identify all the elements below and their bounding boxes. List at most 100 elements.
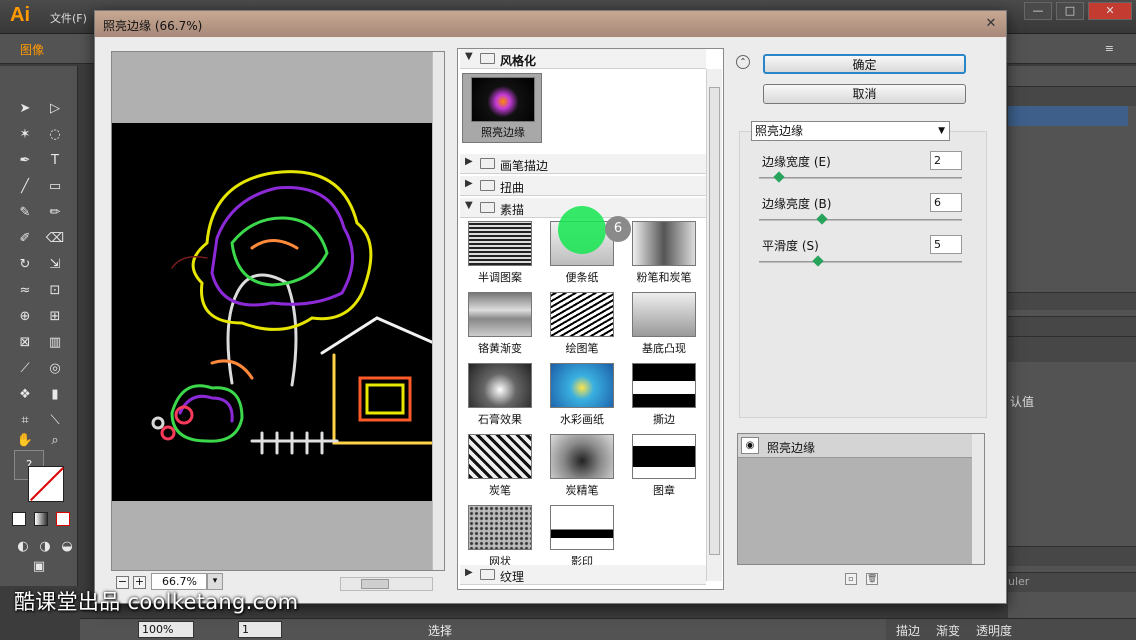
blob-brush-tool-icon[interactable]: ✐ xyxy=(14,228,36,250)
gradient-tool-icon[interactable]: ▥ xyxy=(44,332,66,354)
draw-normal-icon[interactable]: ◐ xyxy=(12,536,34,558)
paintbrush-tool-icon[interactable]: ✎ xyxy=(14,202,36,224)
tab-transparency[interactable]: 透明度 xyxy=(976,622,1012,639)
magic-wand-tool-icon[interactable]: ✶ xyxy=(14,124,36,146)
pencil-tool-icon[interactable]: ✏ xyxy=(44,202,66,224)
thumb-glowing-edges-selected[interactable]: 照亮边缘 xyxy=(462,73,542,143)
tab-gradient[interactable]: 渐变 xyxy=(936,622,960,639)
tab-stroke[interactable]: 描边 xyxy=(896,622,920,639)
thumb-image xyxy=(471,77,535,122)
perspective-grid-tool-icon[interactable]: ⊞ xyxy=(44,306,66,328)
draw-behind-icon[interactable]: ◑ xyxy=(34,536,56,558)
thumb-photocopy[interactable]: 影印 xyxy=(542,505,622,569)
hand-tool-icon[interactable]: ✋ xyxy=(14,430,36,452)
maximize-button[interactable]: □ xyxy=(1056,2,1084,20)
lasso-tool-icon[interactable]: ◌ xyxy=(44,124,66,146)
effect-layer-name: 照亮边缘 xyxy=(767,441,816,455)
preview-horizontal-scrollbar[interactable] xyxy=(340,577,433,591)
thumb-water-paper[interactable]: 水彩画纸 xyxy=(542,363,622,427)
smoothness-input[interactable]: 5 xyxy=(930,235,962,254)
artboard-number-field[interactable]: 1 xyxy=(238,621,282,638)
slice-tool-icon[interactable]: ⟍ xyxy=(44,410,66,432)
smoothness-slider[interactable] xyxy=(759,255,962,267)
scale-tool-icon[interactable]: ⇲ xyxy=(44,254,66,276)
thumb-stamp[interactable]: 图章 xyxy=(624,434,704,498)
thumb-image xyxy=(550,505,614,550)
thumb-image xyxy=(468,292,532,337)
zoom-tool-icon[interactable]: ⌕ xyxy=(44,430,66,452)
dialog-close-icon[interactable]: ✕ xyxy=(982,15,1000,33)
thumb-charcoal[interactable]: 炭笔 xyxy=(460,434,540,498)
free-transform-tool-icon[interactable]: ⊡ xyxy=(44,280,66,302)
collapse-gallery-icon[interactable]: ⌃ xyxy=(736,55,750,69)
eyedropper-tool-icon[interactable]: ⟋ xyxy=(14,358,36,380)
category-distort[interactable]: ▶ 扭曲 xyxy=(460,176,706,196)
blend-tool-icon[interactable]: ◎ xyxy=(44,358,66,380)
category-brush-strokes[interactable]: ▶ 画笔描边 xyxy=(460,154,706,174)
thumb-conte-crayon[interactable]: 炭精笔 xyxy=(542,434,622,498)
gallery-scroll-thumb[interactable] xyxy=(709,87,720,555)
pen-tool-icon[interactable]: ✒ xyxy=(14,150,36,172)
none-mode-icon[interactable] xyxy=(56,512,70,526)
thumb-bas-relief[interactable]: 基底凸现 xyxy=(624,292,704,356)
thumb-chalk-charcoal[interactable]: 粉笔和炭笔 xyxy=(624,221,704,285)
effect-layer-row[interactable]: ◉ 照亮边缘 xyxy=(738,434,972,458)
expanded-arrow-icon: ▼ xyxy=(465,200,473,211)
screen-mode-icon[interactable]: ▣ xyxy=(28,556,50,578)
menu-file[interactable]: 文件(F) xyxy=(50,10,87,26)
minimize-button[interactable]: — xyxy=(1024,2,1052,20)
warp-tool-icon[interactable]: ≈ xyxy=(14,280,36,302)
panel-menu-icon[interactable]: ≡ xyxy=(1105,42,1114,55)
status-zoom-field[interactable]: 100% xyxy=(138,621,194,638)
artboard-tool-icon[interactable]: ⌗ xyxy=(14,410,36,432)
draw-inside-icon[interactable]: ◒ xyxy=(56,536,78,558)
eraser-tool-icon[interactable]: ⌫ xyxy=(44,228,66,250)
edge-width-slider[interactable] xyxy=(759,171,962,183)
eye-icon[interactable]: ◉ xyxy=(741,437,759,454)
cancel-button[interactable]: 取消 xyxy=(763,84,966,104)
thumb-torn-edges[interactable]: 撕边 xyxy=(624,363,704,427)
close-app-button[interactable]: ✕ xyxy=(1088,2,1132,20)
edge-width-input[interactable]: 2 xyxy=(930,151,962,170)
layer-row-selected[interactable] xyxy=(1008,106,1128,126)
layers-vertical-scrollbar[interactable] xyxy=(972,434,984,564)
mesh-tool-icon[interactable]: ⊠ xyxy=(14,332,36,354)
gallery-vertical-scrollbar[interactable] xyxy=(706,69,722,581)
new-effect-layer-icon[interactable]: ▫ xyxy=(845,573,857,585)
edge-brightness-slider[interactable] xyxy=(759,213,962,225)
panel-row-2 xyxy=(1008,336,1136,362)
category-stylize[interactable]: ▼ 风格化 xyxy=(460,49,706,69)
preview-vertical-scrollbar[interactable] xyxy=(432,52,444,570)
rotate-tool-icon[interactable]: ↻ xyxy=(14,254,36,276)
symbol-sprayer-tool-icon[interactable]: ❖ xyxy=(14,384,36,406)
filter-gallery-list: ▼ 风格化 照亮边缘 ▶ 画笔描边 ▶ 扭曲 ▼ 素描 半调图案 便条纸 粉笔和… xyxy=(457,48,724,590)
thumb-label: 绘图笔 xyxy=(565,342,599,355)
thumb-reticulation[interactable]: 网状 xyxy=(460,505,540,569)
thumb-chrome[interactable]: 铬黄渐变 xyxy=(460,292,540,356)
preview-hscroll-thumb[interactable] xyxy=(361,579,389,589)
type-tool-icon[interactable]: T xyxy=(44,150,66,172)
thumb-halftone-pattern[interactable]: 半调图案 xyxy=(460,221,540,285)
status-bar: 100% 1 选择 xyxy=(80,618,1008,640)
stroke-none-swatch[interactable] xyxy=(28,466,64,502)
thumb-plaster[interactable]: 石膏效果 xyxy=(460,363,540,427)
column-graph-tool-icon[interactable]: ▮ xyxy=(44,384,66,406)
gradient-mode-icon[interactable] xyxy=(34,512,48,526)
shape-builder-tool-icon[interactable]: ⊕ xyxy=(14,306,36,328)
fill-color-mode-icon[interactable] xyxy=(12,512,26,526)
thumb-label: 半调图案 xyxy=(478,271,522,284)
preview-pane[interactable] xyxy=(111,51,445,571)
category-texture[interactable]: ▶ 纹理 xyxy=(460,565,706,585)
filter-select[interactable]: 照亮边缘 ▼ xyxy=(751,121,950,141)
thumb-label: 炭笔 xyxy=(489,484,511,497)
folder-icon xyxy=(480,180,495,191)
delete-effect-layer-icon[interactable]: 🗑 xyxy=(866,573,878,585)
rectangle-tool-icon[interactable]: ▭ xyxy=(44,176,66,198)
direct-selection-tool-icon[interactable]: ▷ xyxy=(44,98,66,120)
thumb-graphic-pen[interactable]: 绘图笔 xyxy=(542,292,622,356)
selection-tool-icon[interactable]: ➤ xyxy=(14,98,36,120)
ok-button[interactable]: 确定 xyxy=(763,54,966,74)
line-tool-icon[interactable]: ╱ xyxy=(14,176,36,198)
edge-brightness-input[interactable]: 6 xyxy=(930,193,962,212)
thumb-image xyxy=(632,434,696,479)
